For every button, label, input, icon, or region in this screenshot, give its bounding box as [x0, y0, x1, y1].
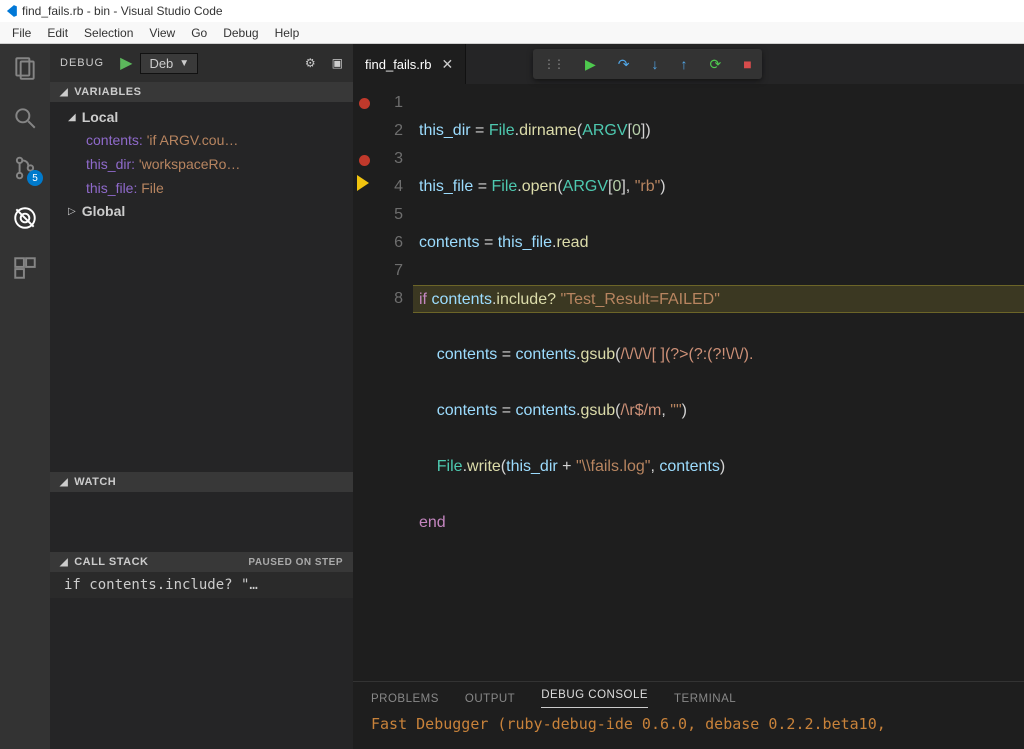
- panel-tab-output[interactable]: OUTPUT: [465, 693, 515, 705]
- debug-label: DEBUG: [60, 57, 104, 69]
- gear-icon[interactable]: ⚙: [305, 56, 316, 70]
- panel-tab-terminal[interactable]: TERMINAL: [674, 693, 736, 705]
- bottom-panel: PROBLEMS OUTPUT DEBUG CONSOLE TERMINAL F…: [353, 681, 1024, 749]
- tab-file[interactable]: find_fails.rb ✕: [353, 44, 466, 84]
- callstack-status: PAUSED ON STEP: [248, 557, 343, 568]
- search-icon[interactable]: [11, 104, 39, 132]
- scope-global[interactable]: ▷Global: [50, 200, 353, 222]
- continue-icon[interactable]: ▶: [585, 56, 596, 73]
- start-debug-icon[interactable]: ▶: [120, 53, 132, 73]
- step-out-icon[interactable]: ↑: [681, 56, 688, 72]
- debug-console-icon[interactable]: ▣: [332, 56, 343, 70]
- line-numbers: 12345678: [375, 84, 413, 681]
- stack-frame[interactable]: if contents.include? "…: [50, 572, 353, 598]
- vscode-logo-icon: [4, 4, 18, 18]
- variable-row[interactable]: this_dir: 'workspaceRo…: [50, 152, 353, 176]
- window-title: find_fails.rb - bin - Visual Studio Code: [22, 4, 223, 18]
- panel-tab-debug-console[interactable]: DEBUG CONSOLE: [541, 689, 648, 708]
- debug-sidebar: DEBUG ▶ Deb ▼ ⚙ ▣ ◢VARIABLES ◢Local cont…: [50, 44, 353, 749]
- watch-header[interactable]: ◢WATCH: [50, 472, 353, 492]
- code-editor[interactable]: 12345678 this_dir = File.dirname(ARGV[0]…: [353, 84, 1024, 681]
- tab-label: find_fails.rb: [365, 57, 431, 72]
- menu-go[interactable]: Go: [183, 24, 215, 42]
- editor-area: find_fails.rb ✕ ⋮⋮ ▶ ↷ ↓ ↑ ⟳ ■: [353, 44, 1024, 749]
- drag-handle-icon[interactable]: ⋮⋮: [543, 57, 563, 71]
- current-line-arrow-icon: [357, 175, 369, 191]
- activity-bar: 5: [0, 44, 50, 749]
- debug-console-output[interactable]: Fast Debugger (ruby-debug-ide 0.6.0, deb…: [353, 715, 1024, 733]
- watch-section: ◢WATCH: [50, 472, 353, 552]
- scope-local[interactable]: ◢Local: [50, 106, 353, 128]
- menu-selection[interactable]: Selection: [76, 24, 141, 42]
- callstack-header[interactable]: ◢CALL STACKPAUSED ON STEP: [50, 552, 353, 572]
- debug-header: DEBUG ▶ Deb ▼ ⚙ ▣: [50, 44, 353, 82]
- glyph-margin[interactable]: [353, 84, 375, 681]
- extensions-icon[interactable]: [11, 254, 39, 282]
- stop-icon[interactable]: ■: [743, 56, 751, 72]
- panel-tabs: PROBLEMS OUTPUT DEBUG CONSOLE TERMINAL: [353, 682, 1024, 715]
- source-control-icon[interactable]: 5: [11, 154, 39, 182]
- breakpoint-icon[interactable]: [359, 98, 370, 109]
- restart-icon[interactable]: ⟳: [710, 56, 722, 73]
- menu-help[interactable]: Help: [267, 24, 308, 42]
- chevron-down-icon: ◢: [60, 477, 68, 488]
- menu-view[interactable]: View: [141, 24, 183, 42]
- menu-debug[interactable]: Debug: [215, 24, 266, 42]
- variable-row[interactable]: this_file: File: [50, 176, 353, 200]
- code-content[interactable]: this_dir = File.dirname(ARGV[0]) this_fi…: [413, 84, 1024, 681]
- explorer-icon[interactable]: [11, 54, 39, 82]
- tab-bar: find_fails.rb ✕ ⋮⋮ ▶ ↷ ↓ ↑ ⟳ ■: [353, 44, 1024, 84]
- variables-header[interactable]: ◢VARIABLES: [50, 82, 353, 102]
- debug-toolbar: ⋮⋮ ▶ ↷ ↓ ↑ ⟳ ■: [533, 49, 762, 79]
- scm-badge: 5: [27, 170, 43, 186]
- menu-bar: File Edit Selection View Go Debug Help: [0, 22, 1024, 44]
- variables-section: ◢VARIABLES ◢Local contents: 'if ARGV.cou…: [50, 82, 353, 472]
- debug-icon[interactable]: [11, 204, 39, 232]
- chevron-down-icon: ◢: [68, 112, 76, 123]
- title-bar: find_fails.rb - bin - Visual Studio Code: [0, 0, 1024, 22]
- close-icon[interactable]: ✕: [441, 56, 453, 73]
- panel-tab-problems[interactable]: PROBLEMS: [371, 693, 439, 705]
- callstack-section: ◢CALL STACKPAUSED ON STEP if contents.in…: [50, 552, 353, 598]
- chevron-down-icon: ◢: [60, 557, 68, 568]
- chevron-down-icon: ◢: [60, 87, 68, 98]
- variable-row[interactable]: contents: 'if ARGV.cou…: [50, 128, 353, 152]
- step-into-icon[interactable]: ↓: [652, 56, 659, 72]
- menu-edit[interactable]: Edit: [39, 24, 76, 42]
- menu-file[interactable]: File: [4, 24, 39, 42]
- chevron-right-icon: ▷: [68, 206, 76, 217]
- step-over-icon[interactable]: ↷: [618, 56, 630, 73]
- breakpoint-icon[interactable]: [359, 155, 370, 166]
- debug-config-dropdown[interactable]: Deb ▼: [140, 53, 198, 74]
